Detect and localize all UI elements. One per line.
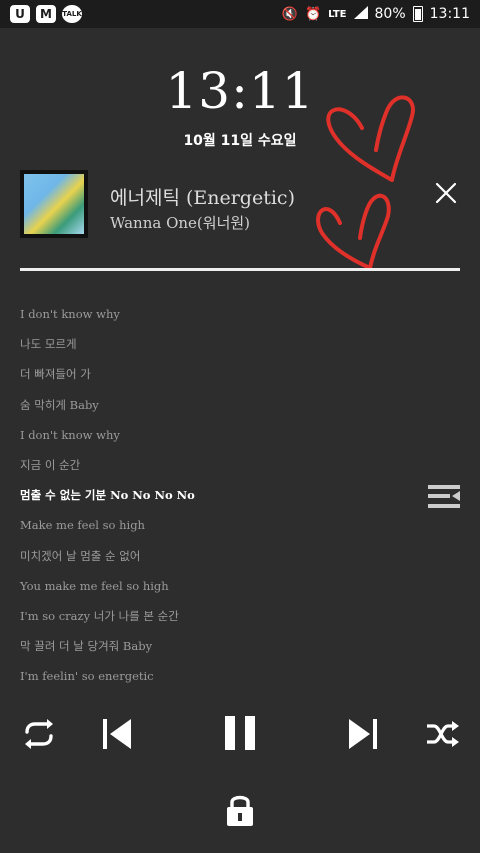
album-art [20, 170, 88, 238]
lyric-line: 미치겠어 날 멈출 순 없어 [20, 548, 141, 563]
playlist-icon[interactable] [427, 484, 461, 512]
battery-percent: 80% [374, 6, 406, 22]
lyric-line: 지금 이 순간 [20, 457, 81, 472]
lyric-line: I don't know why [20, 307, 120, 321]
battery-icon [412, 6, 423, 22]
album-cover-image [24, 174, 84, 234]
lyric-line: Make me feel so high [20, 518, 145, 533]
lyric-line: I'm feelin' so energetic [20, 669, 154, 684]
status-bar: U M TALK 🔇 ⏰ LTE 80% 13:11 [0, 0, 480, 28]
notification-icons: U M TALK [0, 5, 82, 23]
mute-icon: 🔇 [281, 6, 298, 22]
uplus-app-icon: U [10, 5, 30, 23]
status-time: 13:11 [429, 6, 470, 22]
lyric-line: 막 끌려 더 날 당겨줘 Baby [20, 639, 153, 654]
artist-name: Wanna One(워너원) [110, 214, 251, 232]
song-title: 에너제틱 (Energetic) [110, 187, 295, 209]
shuffle-icon[interactable] [424, 718, 460, 750]
signal-icon [353, 5, 368, 23]
repeat-icon[interactable] [21, 718, 57, 750]
skip-next-icon[interactable] [346, 716, 380, 752]
lyric-line: I'm so crazy 너가 나를 본 순간 [20, 608, 179, 623]
lyric-line: You make me feel so high [20, 578, 169, 593]
melon-app-icon: M [36, 5, 56, 23]
network-type: LTE [328, 8, 347, 20]
lyric-line-current: 멈출 수 없는 기분 No No No No [20, 488, 195, 503]
skip-previous-icon[interactable] [100, 716, 134, 752]
alarm-icon: ⏰ [304, 6, 322, 22]
lyric-line: 숨 막히게 Baby [20, 397, 99, 412]
playback-progress-bar[interactable] [20, 268, 460, 271]
system-icons: 🔇 ⏰ LTE 80% 13:11 [281, 5, 480, 23]
lyric-line: 나도 모르게 [20, 337, 77, 352]
lyrics-list: I don't know why 나도 모르게더 빠져들어 가숨 막히게 Baby… [20, 306, 420, 698]
kakaotalk-app-icon: TALK [62, 5, 82, 23]
lock-icon[interactable] [224, 792, 256, 828]
close-icon[interactable] [430, 177, 462, 209]
hand-drawn-hearts-icon [316, 95, 415, 270]
lyric-line: I don't know why [20, 427, 120, 442]
lyric-line: 더 빠져들어 가 [20, 367, 91, 382]
pause-icon[interactable] [222, 714, 258, 752]
